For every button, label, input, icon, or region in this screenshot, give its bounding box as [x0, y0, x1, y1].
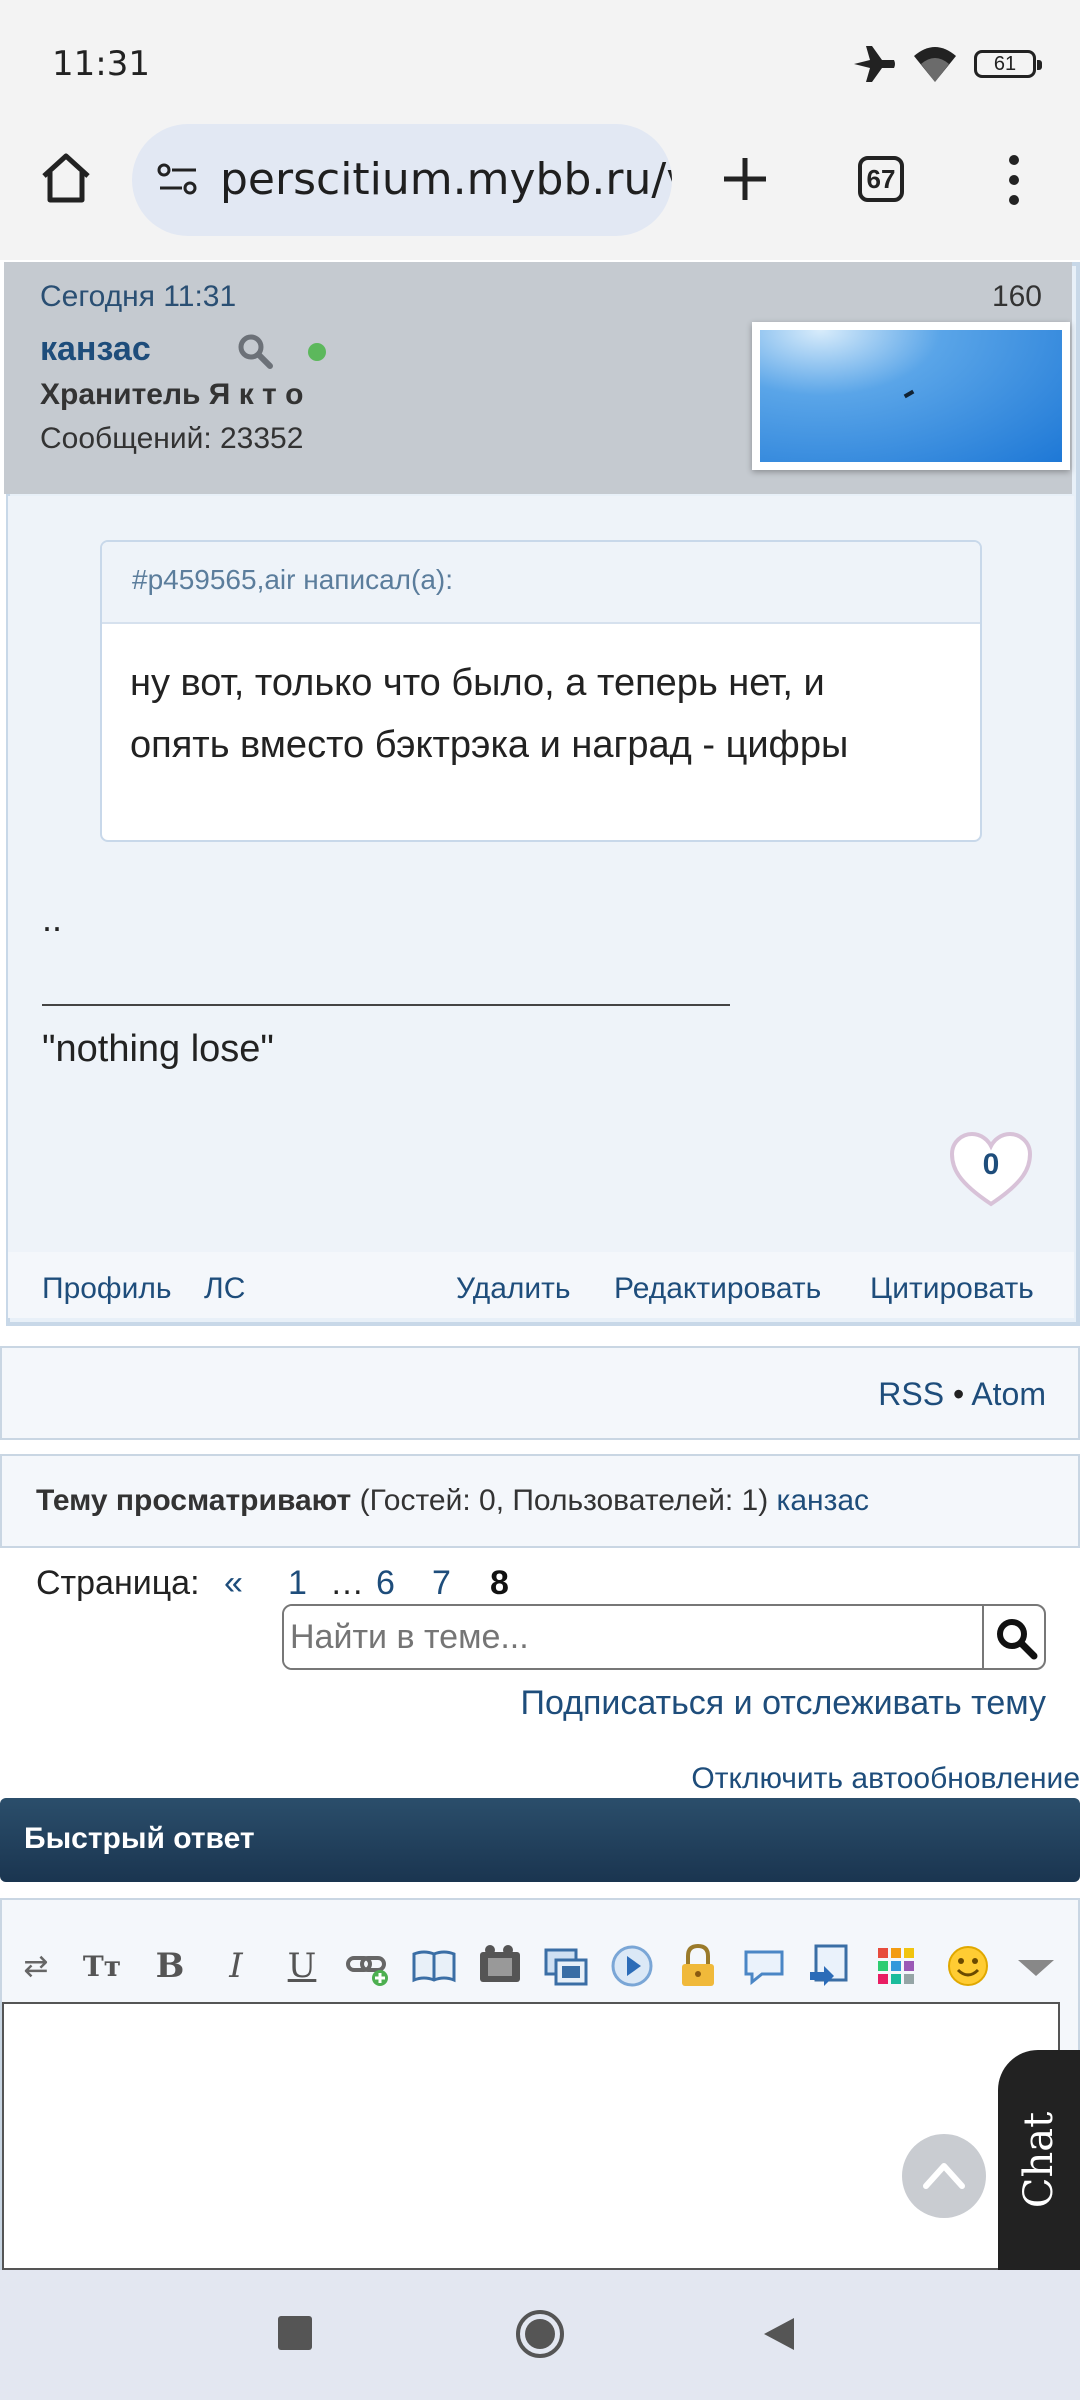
translit-icon[interactable]: ⇄ [12, 1942, 60, 1990]
online-status-dot [308, 343, 326, 361]
book-icon[interactable] [410, 1942, 458, 1990]
viewers-box: Тему просматривают (Гостей: 0, Пользоват… [0, 1454, 1080, 1548]
page-1[interactable]: 1 [288, 1564, 307, 1603]
viewers-label: Тему просматривают [36, 1484, 352, 1517]
film-icon[interactable] [476, 1942, 524, 1990]
more-options-icon[interactable] [1012, 1942, 1060, 1990]
url-bar[interactable]: perscitium.mybb.ru/v [132, 124, 672, 236]
font-size-icon[interactable]: Tт [78, 1942, 126, 1990]
page-prev[interactable]: « [224, 1564, 243, 1603]
chevron-up-icon [923, 2163, 965, 2189]
color-palette-icon[interactable] [872, 1942, 920, 1990]
chat-tab[interactable]: Chat [998, 2050, 1080, 2270]
like-button[interactable]: 0 [948, 1130, 1034, 1210]
search-divider [982, 1606, 984, 1668]
autoupdate-link[interactable]: Отключить автообновление [691, 1762, 1080, 1796]
back-icon[interactable] [760, 2314, 800, 2354]
edit-link[interactable]: Редактировать [614, 1272, 821, 1306]
quick-reply-title: Быстрый ответ [24, 1822, 255, 1855]
underline-icon[interactable]: U [278, 1942, 326, 1990]
battery-level: 61 [993, 52, 1017, 75]
search-icon[interactable] [994, 1616, 1038, 1660]
smiley-icon[interactable] [944, 1942, 992, 1990]
avatar-image [760, 330, 1062, 462]
reply-textarea[interactable] [2, 2002, 1060, 2270]
scroll-top-button[interactable] [902, 2134, 986, 2218]
pm-link[interactable]: ЛС [204, 1272, 245, 1306]
page-6[interactable]: 6 [376, 1564, 395, 1603]
status-time: 11:31 [52, 44, 150, 84]
quote-text: ну вот, только что было, а теперь нет, и… [130, 652, 848, 776]
like-count: 0 [982, 1148, 1000, 1181]
quote-line-1: ну вот, только что было, а теперь нет, и [130, 662, 825, 704]
feeds-separator: • [952, 1376, 965, 1412]
bold-icon[interactable]: B [146, 1942, 194, 1990]
site-settings-icon[interactable] [156, 160, 200, 200]
url-text[interactable]: perscitium.mybb.ru/v [220, 154, 672, 205]
signature: "nothing lose" [42, 1028, 274, 1070]
link-icon[interactable] [344, 1942, 392, 1990]
author-message-count: Сообщений: 23352 [40, 422, 304, 455]
bird-silhouette [903, 389, 915, 399]
search-user-icon[interactable] [236, 332, 274, 370]
topic-search [282, 1604, 1046, 1670]
viewers-line: Тему просматривают (Гостей: 0, Пользоват… [36, 1484, 869, 1518]
airplane-icon [854, 46, 895, 82]
home-icon[interactable] [38, 150, 94, 206]
video-icon[interactable] [608, 1942, 656, 1990]
delete-link[interactable]: Удалить [456, 1272, 571, 1306]
italic-icon[interactable]: I [212, 1942, 260, 1990]
feeds-links: RSS • Atom [878, 1376, 1046, 1413]
tab-count: 67 [866, 163, 896, 194]
speech-bubble-icon[interactable] [740, 1942, 788, 1990]
subscribe-link[interactable]: Подписаться и отслеживать тему [521, 1684, 1046, 1723]
rss-link[interactable]: RSS [878, 1376, 944, 1412]
author-rank: Хранитель Я к т о [40, 378, 304, 411]
quick-reply-header: Быстрый ответ [0, 1798, 1080, 1882]
home-nav-icon[interactable] [514, 2308, 566, 2360]
tab-switcher-button[interactable]: 67 [858, 156, 904, 202]
battery-icon: 61 [974, 50, 1042, 78]
viewers-counts: (Гостей: 0, Пользователей: 1) [359, 1484, 769, 1517]
post-text: .. [42, 898, 63, 939]
avatar[interactable] [752, 322, 1070, 470]
quote-author[interactable]: #p459565,air написал(а): [132, 564, 453, 596]
viewer-user-link[interactable]: канзас [777, 1484, 869, 1517]
page-current: 8 [490, 1564, 509, 1602]
post-number[interactable]: 160 [992, 280, 1042, 314]
quote-line-2: опять вместо бэктрэка и наград - цифры [130, 724, 849, 766]
page-ellipsis: … [330, 1564, 364, 1602]
chat-label-wrap: Chat [998, 2050, 1080, 2270]
post-date[interactable]: Сегодня 11:31 [40, 280, 236, 314]
more-menu-icon[interactable] [1000, 150, 1028, 210]
chat-label: Chat [1016, 2111, 1063, 2209]
profile-link[interactable]: Профиль [42, 1272, 172, 1306]
new-tab-icon[interactable] [720, 154, 770, 204]
feeds-box: RSS • Atom [0, 1346, 1080, 1440]
code-icon[interactable] [806, 1942, 854, 1990]
signature-divider [42, 1004, 730, 1006]
atom-link[interactable]: Atom [971, 1376, 1046, 1412]
image-icon[interactable] [542, 1942, 590, 1990]
quote-link[interactable]: Цитировать [870, 1272, 1034, 1306]
status-icons: 61 [852, 44, 1042, 84]
topic-search-input[interactable] [284, 1606, 982, 1668]
recents-icon[interactable] [278, 2316, 312, 2350]
post-author[interactable]: канзас [40, 330, 151, 369]
page-7[interactable]: 7 [432, 1564, 451, 1603]
quote-box: #p459565,air написал(а): ну вот, только … [100, 540, 982, 842]
wifi-icon [914, 47, 956, 82]
pagination-label: Страница: [36, 1564, 200, 1602]
lock-icon[interactable] [674, 1942, 722, 1990]
